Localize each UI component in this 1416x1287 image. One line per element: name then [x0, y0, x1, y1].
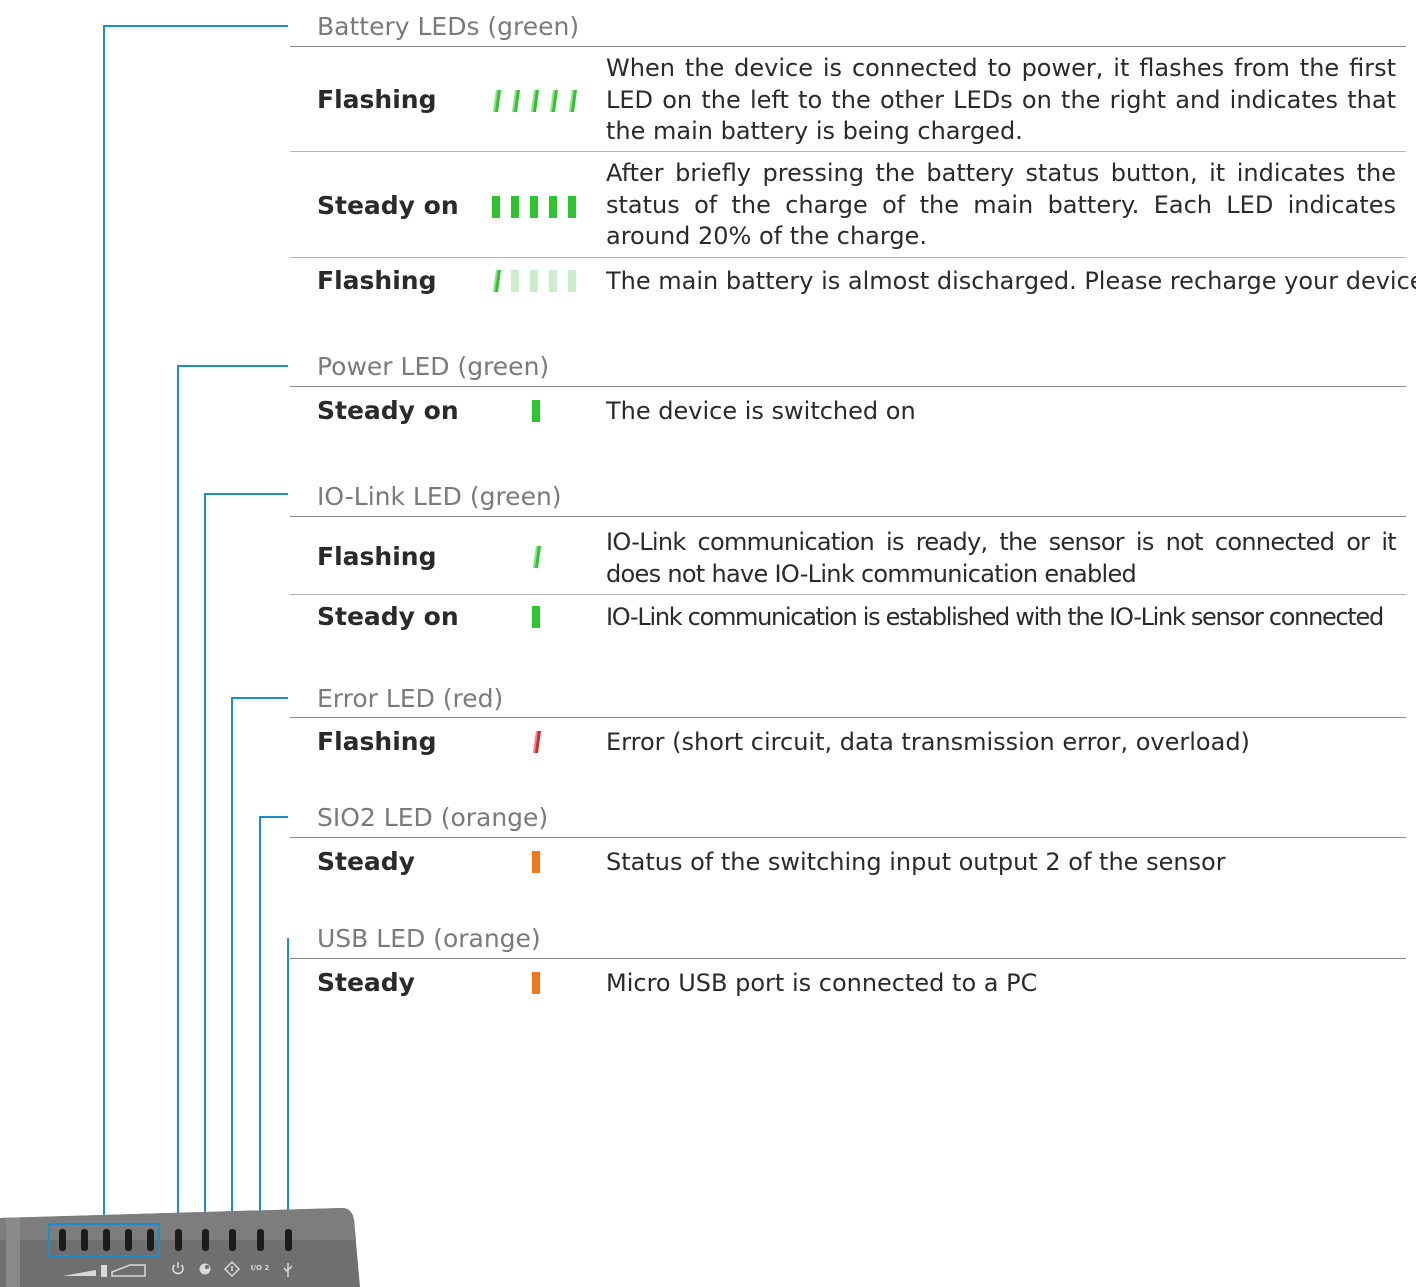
section-divider	[290, 46, 1406, 47]
state-description: After briefly pressing the battery statu…	[606, 159, 1396, 250]
led-steady-mark	[549, 196, 557, 218]
state-label: Steady on	[317, 396, 459, 425]
section-title-usb-led: USB LED (orange)	[317, 924, 541, 953]
error-led-indicator	[533, 731, 541, 753]
device-edge	[6, 1218, 20, 1287]
connector-lines	[103, 25, 289, 1232]
led-off-mark	[530, 270, 538, 292]
state-description: IO-Link communication is ready, the sens…	[606, 528, 1397, 588]
state-label: Flashing	[317, 727, 437, 756]
state-description: The main battery is almost discharged. P…	[606, 267, 1416, 295]
led-steady-mark	[568, 196, 576, 218]
section-title-battery-leds: Battery LEDs (green)	[317, 12, 580, 41]
section-divider	[290, 717, 1406, 718]
power-led-indicator	[532, 400, 540, 422]
state-label: Steady on	[317, 191, 459, 220]
battery-leds-low-indicator	[493, 270, 576, 292]
led-slot	[147, 1229, 154, 1251]
led-steady-mark	[532, 606, 540, 628]
section-divider	[290, 516, 1406, 517]
device-illustration: I/O 2	[0, 1208, 360, 1287]
led-slot	[202, 1229, 209, 1251]
io-link-flashing-indicator	[533, 546, 541, 568]
led-steady-mark	[532, 972, 540, 994]
usb-led-indicator	[532, 972, 540, 994]
led-steady-mark	[492, 196, 500, 218]
section-title-power-led: Power LED (green)	[317, 352, 550, 381]
state-description: The device is switched on	[606, 397, 916, 425]
section-divider	[290, 837, 1406, 838]
led-slot	[81, 1229, 88, 1251]
led-slot	[229, 1229, 236, 1251]
led-off-mark	[511, 270, 519, 292]
state-label: Steady on	[317, 602, 459, 631]
io-link-icon	[199, 1263, 211, 1275]
row-divider	[290, 594, 1406, 595]
state-label: Steady	[317, 847, 415, 876]
led-off-mark	[549, 270, 557, 292]
row-divider	[290, 257, 1406, 258]
led-steady-mark	[530, 196, 538, 218]
state-label: Flashing	[317, 266, 437, 295]
led-off-mark	[568, 270, 576, 292]
led-slot	[257, 1229, 264, 1251]
led-slot	[285, 1229, 292, 1251]
sio2-led-indicator	[532, 851, 540, 873]
battery-leds-flashing-indicator	[493, 90, 577, 112]
battery-leds-steady-indicator	[492, 196, 576, 218]
state-description: IO-Link communication is established wit…	[606, 603, 1384, 631]
section-divider	[290, 958, 1406, 959]
led-steady-mark	[532, 400, 540, 422]
state-label: Flashing	[317, 542, 437, 571]
state-label: Flashing	[317, 85, 437, 114]
io-link-steady-indicator	[532, 606, 540, 628]
section-divider	[290, 386, 1406, 387]
connector-line	[259, 816, 288, 1232]
led-slot	[59, 1229, 66, 1251]
row-divider	[290, 151, 1406, 152]
led-slot	[125, 1229, 132, 1251]
led-steady-mark	[532, 851, 540, 873]
section-title-io-link-led: IO-Link LED (green)	[317, 482, 562, 511]
connector-line	[204, 493, 288, 1232]
sio2-icon: I/O 2	[251, 1264, 270, 1272]
led-slot	[103, 1229, 110, 1251]
state-description: Error (short circuit, data transmission …	[606, 728, 1250, 756]
state-label: Steady	[317, 968, 415, 997]
section-title-error-led: Error LED (red)	[317, 684, 504, 713]
section-title-sio2-led: SIO2 LED (orange)	[317, 803, 549, 832]
led-slot	[175, 1229, 182, 1251]
io-link-icon-center	[205, 1265, 209, 1269]
state-description: Micro USB port is connected to a PC	[606, 969, 1038, 997]
battery-level-icon-cell	[101, 1265, 107, 1277]
state-description: When the device is connected to power, i…	[606, 54, 1396, 145]
led-steady-mark	[511, 196, 519, 218]
state-description: Status of the switching input output 2 o…	[606, 848, 1226, 876]
